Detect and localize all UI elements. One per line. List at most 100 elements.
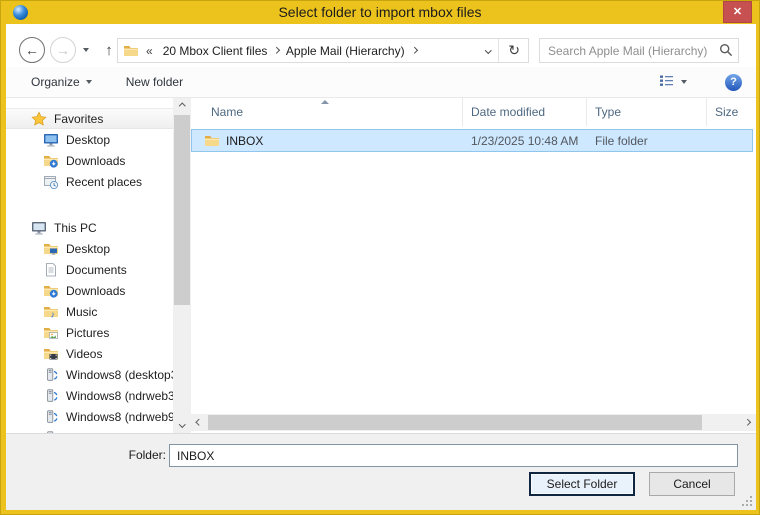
pictures-folder-icon [43, 325, 59, 341]
address-dropdown-icon[interactable] [485, 47, 491, 53]
new-folder-button[interactable]: New folder [118, 67, 191, 97]
sidebar-item-windows8-ndrweb9[interactable]: Windows8 (ndrweb9) [6, 406, 173, 427]
desktop-icon [43, 132, 59, 148]
sidebar-item-windows8-ndrweb3[interactable]: Windows8 (ndrweb3) [6, 385, 173, 406]
column-label: Size [715, 105, 738, 119]
desktop-folder-icon [43, 241, 59, 257]
sidebar-scrollbar[interactable] [173, 98, 191, 433]
scroll-right-button[interactable] [739, 414, 756, 431]
documents-icon [43, 262, 59, 278]
network-pc-icon [43, 388, 59, 404]
dialog-title: Select folder to import mbox files [1, 4, 759, 20]
file-name: INBOX [226, 134, 263, 148]
sidebar-item-label: Favorites [54, 112, 103, 126]
chevron-up-icon [179, 103, 185, 109]
navigation-bar: ← → ↑ « 20 Mbox Client files Apple Mail … [6, 24, 756, 67]
command-toolbar: Organize New folder ? [6, 67, 756, 98]
back-button[interactable]: ← [19, 37, 45, 63]
sidebar-item-pc-downloads[interactable]: Downloads [6, 280, 173, 301]
back-icon: ← [25, 42, 39, 58]
organize-label: Organize [31, 75, 80, 89]
recent-locations-chevron-icon[interactable] [83, 48, 89, 52]
downloads-icon [43, 283, 59, 299]
scrollbar-thumb[interactable] [174, 115, 190, 305]
file-date-cell: 1/23/2025 10:48 AM [463, 134, 587, 148]
column-header-size[interactable]: Size [707, 98, 753, 126]
scroll-up-button[interactable] [173, 98, 191, 115]
star-icon [31, 111, 47, 127]
select-folder-button[interactable]: Select Folder [529, 472, 635, 496]
folder-field-label: Folder: [66, 448, 166, 462]
help-button[interactable]: ? [725, 74, 742, 91]
up-icon: ↑ [105, 42, 113, 59]
breadcrumb-segment[interactable]: 20 Mbox Client files [158, 44, 273, 58]
downloads-icon [43, 153, 59, 169]
scroll-left-button[interactable] [191, 414, 208, 431]
sidebar-item-music[interactable]: ♪ Music [6, 301, 173, 322]
column-label: Name [211, 105, 243, 119]
network-pc-icon [43, 409, 59, 425]
search-input[interactable] [539, 38, 739, 63]
breadcrumb-overflow-icon[interactable]: « [139, 44, 158, 58]
music-folder-icon: ♪ [43, 304, 59, 320]
search-icon[interactable] [719, 43, 733, 62]
breadcrumb-segment[interactable]: Apple Mail (Hierarchy) [281, 44, 410, 58]
cancel-button[interactable]: Cancel [649, 472, 735, 496]
sidebar-item-pc-desktop[interactable]: Desktop [6, 238, 173, 259]
scrollbar-thumb[interactable] [208, 415, 702, 430]
dialog-body: ← → ↑ « 20 Mbox Client files Apple Mail … [6, 24, 756, 510]
file-dialog-window: Select folder to import mbox files ✕ ← →… [0, 0, 760, 515]
breadcrumb-chevron-icon[interactable] [273, 47, 279, 53]
column-header-date-modified[interactable]: Date modified [463, 98, 587, 126]
breadcrumb-chevron-icon[interactable] [411, 47, 417, 53]
sidebar-item-label: Windows8 (desktop31 [66, 368, 173, 382]
organize-button[interactable]: Organize [23, 67, 100, 97]
sidebar-item-desktop[interactable]: Desktop [6, 129, 173, 150]
resize-grip[interactable] [741, 495, 752, 506]
sidebar-item-label: Windows8 (ndrweb3) [66, 389, 173, 403]
titlebar: Select folder to import mbox files ✕ [1, 1, 759, 24]
sidebar-item-label: Desktop [66, 242, 110, 256]
refresh-icon: ↻ [508, 42, 520, 59]
sidebar-item-favorites[interactable]: Favorites [6, 108, 173, 129]
column-header-type[interactable]: Type [587, 98, 707, 126]
column-header-name[interactable]: Name [191, 98, 463, 126]
content-area: Favorites Desktop Downloads Recent place… [6, 98, 756, 433]
sidebar-item-downloads[interactable]: Downloads [6, 150, 173, 171]
sidebar-item-this-pc[interactable]: This PC [6, 217, 173, 238]
folder-name-input[interactable] [169, 444, 738, 467]
sidebar-item-label: Videos [66, 347, 102, 361]
sidebar-item-videos[interactable]: Videos [6, 343, 173, 364]
change-view-button[interactable] [655, 74, 691, 90]
scroll-down-button[interactable] [173, 416, 191, 433]
toolbar-right: ? [655, 67, 742, 97]
chevron-down-icon [86, 80, 92, 84]
help-icon: ? [730, 76, 737, 88]
file-list: Name Date modified Type Size [191, 98, 756, 433]
folder-icon [204, 133, 220, 149]
sidebar-item-label: Music [66, 305, 97, 319]
refresh-button[interactable]: ↻ [498, 39, 523, 62]
file-row-inbox[interactable]: INBOX 1/23/2025 10:48 AM File folder [191, 129, 753, 152]
horizontal-scrollbar[interactable] [191, 414, 756, 431]
close-icon: ✕ [733, 6, 742, 18]
sidebar-item-label: Desktop [66, 133, 110, 147]
sidebar-item-label: Downloads [66, 154, 125, 168]
computer-icon [31, 220, 47, 236]
chevron-down-icon [179, 421, 185, 427]
sidebar-item-windows8-desktop31[interactable]: Windows8 (desktop31 [6, 364, 173, 385]
network-pc-icon [43, 367, 59, 383]
chevron-left-icon [196, 419, 202, 425]
sidebar-item-documents[interactable]: Documents [6, 259, 173, 280]
search-box [539, 38, 739, 63]
address-bar[interactable]: « 20 Mbox Client files Apple Mail (Hiera… [117, 38, 529, 63]
sidebar-item-recent-places[interactable]: Recent places [6, 171, 173, 192]
folder-icon [123, 43, 139, 59]
column-label: Date modified [471, 105, 545, 119]
scrollbar-track[interactable] [208, 414, 739, 431]
close-button[interactable]: ✕ [723, 1, 752, 23]
chevron-right-icon [744, 419, 750, 425]
forward-button[interactable]: → [50, 37, 76, 63]
sidebar-item-label: Recent places [66, 175, 142, 189]
sidebar-item-pictures[interactable]: Pictures [6, 322, 173, 343]
